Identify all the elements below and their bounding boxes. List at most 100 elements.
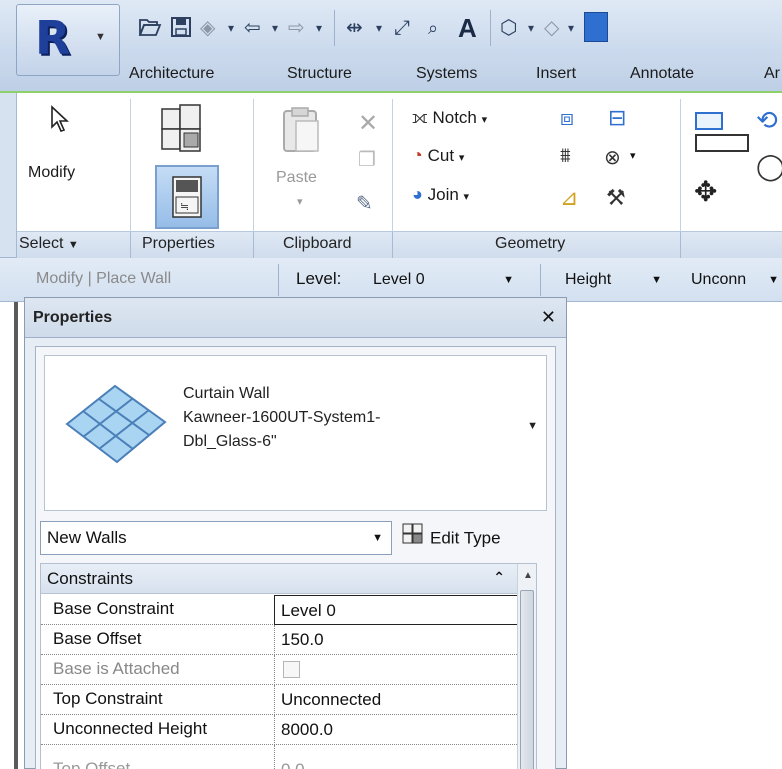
- toolbar-divider: [334, 10, 335, 46]
- edit-type-button[interactable]: Edit Type: [402, 523, 501, 553]
- cut-button[interactable]: ◔ Cut ▾: [412, 141, 464, 169]
- constraints-group-header[interactable]: Constraints ⌃: [41, 564, 519, 594]
- tab-insert[interactable]: Insert: [536, 61, 576, 87]
- property-value[interactable]: 8000.0: [274, 715, 519, 745]
- property-value-input[interactable]: Level 0: [274, 595, 519, 625]
- tag-icon[interactable]: ⌕: [428, 16, 438, 40]
- level-dropdown[interactable]: Level 0 ▼: [366, 265, 522, 295]
- properties-scrollbar[interactable]: ▲: [517, 564, 536, 769]
- base-attached-checkbox[interactable]: [283, 661, 300, 678]
- scrollbar-thumb[interactable]: [520, 590, 534, 769]
- tab-structure[interactable]: Structure: [287, 61, 352, 87]
- properties-toggle-button[interactable]: ≒: [155, 165, 219, 229]
- svg-text:≒: ≒: [180, 200, 189, 213]
- type-family: Curtain Wall: [183, 385, 270, 402]
- 3d-view-icon[interactable]: ⬡: [500, 16, 517, 40]
- cut-scissors-icon[interactable]: ✕: [358, 109, 378, 138]
- property-value[interactable]: Unconnected: [274, 685, 519, 715]
- modify-button-label[interactable]: Modify: [28, 164, 75, 182]
- chevron-down-icon[interactable]: ▾: [228, 16, 234, 40]
- tab-annotate[interactable]: Annotate: [630, 61, 694, 87]
- chevron-down-icon: ▼: [67, 239, 79, 251]
- split-face-icon[interactable]: ⊟: [608, 105, 626, 131]
- panel-divider: [680, 232, 681, 260]
- chevron-down-icon: ▼: [503, 274, 514, 286]
- type-properties-icon[interactable]: [160, 103, 204, 158]
- demolish-icon[interactable]: ⊗: [604, 145, 621, 170]
- chevron-down-icon: ▼: [768, 274, 779, 286]
- panel-divider: [253, 232, 254, 260]
- chevron-down-icon[interactable]: ▾: [316, 16, 322, 40]
- join-button[interactable]: ◕ Join ▾: [412, 180, 469, 208]
- cut-geometry-icon: ◔: [412, 145, 423, 165]
- chevron-down-icon[interactable]: ▼: [527, 420, 538, 432]
- cursor-arrow-icon[interactable]: [50, 105, 72, 138]
- notch-icon: ⟗: [412, 107, 428, 127]
- property-row: Top Offset 0.0: [41, 745, 519, 769]
- height-dropdown[interactable]: Height ▼: [558, 265, 670, 295]
- type-name-line-1: Kawneer-1600UT-System1-: [183, 409, 381, 426]
- ribbon-left-edge: [0, 93, 17, 257]
- property-value[interactable]: 150.0: [274, 625, 519, 655]
- property-row: Base is Attached: [41, 655, 519, 685]
- copy-icon[interactable]: ❐: [358, 147, 376, 172]
- scroll-up-icon[interactable]: ▲: [523, 570, 533, 581]
- thin-lines-icon[interactable]: [584, 12, 608, 42]
- paste-button-label[interactable]: Paste: [276, 169, 317, 187]
- chevron-down-icon[interactable]: ▾: [376, 16, 382, 40]
- type-name-line-2: Dbl_Glass-6": [183, 433, 277, 450]
- toolbar-divider: [540, 264, 541, 296]
- open-icon[interactable]: [138, 16, 162, 40]
- match-properties-icon[interactable]: ✎: [356, 191, 373, 216]
- chevron-down-icon: ▼: [95, 31, 106, 43]
- geometry-panel-label: Geometry: [495, 235, 566, 252]
- undo-icon[interactable]: ⇦: [244, 16, 261, 40]
- tab-systems[interactable]: Systems: [416, 61, 477, 87]
- paint-icon[interactable]: ⊿: [560, 185, 578, 211]
- quick-access-toolbar: R ▼ ◈ ▾ ⇦ ▾ ⇨ ▾ ⇹ ▾ ⤢ ⌕ A ⬡ ▾ ◇ ▾: [0, 0, 782, 76]
- edit-type-icon: [402, 523, 424, 555]
- redo-icon[interactable]: ⇨: [288, 16, 305, 40]
- save-icon[interactable]: [170, 16, 192, 40]
- property-value: [274, 655, 519, 685]
- properties-title-bar[interactable]: Properties ✕: [25, 298, 566, 338]
- top-constraint-dropdown[interactable]: Unconn ▼: [684, 265, 782, 295]
- property-value[interactable]: 0.0: [274, 745, 519, 769]
- tab-architecture[interactable]: Architecture: [129, 61, 214, 87]
- aligned-dimension-icon[interactable]: ⤢: [394, 16, 410, 40]
- tab-analyze[interactable]: Ar: [764, 61, 780, 87]
- chevron-down-icon[interactable]: ▾: [528, 16, 534, 40]
- collapse-icon[interactable]: ⌃: [493, 569, 505, 586]
- properties-panel-label: Properties: [142, 235, 215, 252]
- group-label: Constraints: [47, 569, 133, 588]
- sync-icon[interactable]: ◈: [200, 16, 215, 40]
- offset-icon[interactable]: ⟲: [756, 105, 778, 136]
- select-panel-label[interactable]: Select ▼: [19, 235, 79, 253]
- section-icon[interactable]: ◇: [544, 16, 559, 40]
- chevron-down-icon[interactable]: ▾: [568, 16, 574, 40]
- chevron-down-icon: ▾: [463, 191, 470, 203]
- revit-logo-icon: R: [35, 11, 71, 65]
- text-icon[interactable]: A: [458, 15, 477, 41]
- wall-joins-icon[interactable]: ⧈: [560, 105, 574, 131]
- instance-filter-dropdown[interactable]: New Walls ▼: [40, 521, 392, 555]
- close-icon[interactable]: ✕: [541, 307, 556, 328]
- application-menu-button[interactable]: R ▼: [16, 4, 120, 76]
- rotate-icon[interactable]: ◯: [756, 151, 782, 182]
- level-label: Level:: [296, 269, 342, 288]
- paste-icon[interactable]: [282, 107, 322, 160]
- measure-icon[interactable]: ⇹: [346, 16, 363, 40]
- move-icon[interactable]: ✥: [694, 175, 717, 208]
- chevron-down-icon[interactable]: ▾: [272, 16, 278, 40]
- chevron-down-icon[interactable]: ▾: [297, 195, 303, 208]
- align-icon[interactable]: [694, 111, 752, 160]
- properties-palette: Properties ✕ Curtain Wall Kawneer-1600UT…: [24, 297, 567, 769]
- property-row: Unconnected Height 8000.0: [41, 715, 519, 745]
- beam-join-icon[interactable]: ⩩: [560, 145, 571, 168]
- chevron-down-icon[interactable]: ▾: [630, 149, 636, 162]
- curtain-wall-thumbnail-icon: [57, 378, 175, 468]
- notch-button[interactable]: ⟗ Notch ▾: [412, 103, 487, 131]
- hammer-icon[interactable]: ⚒: [606, 185, 626, 211]
- property-row: Base Constraint Level 0: [41, 595, 519, 625]
- type-selector[interactable]: Curtain Wall Kawneer-1600UT-System1- Dbl…: [44, 355, 547, 511]
